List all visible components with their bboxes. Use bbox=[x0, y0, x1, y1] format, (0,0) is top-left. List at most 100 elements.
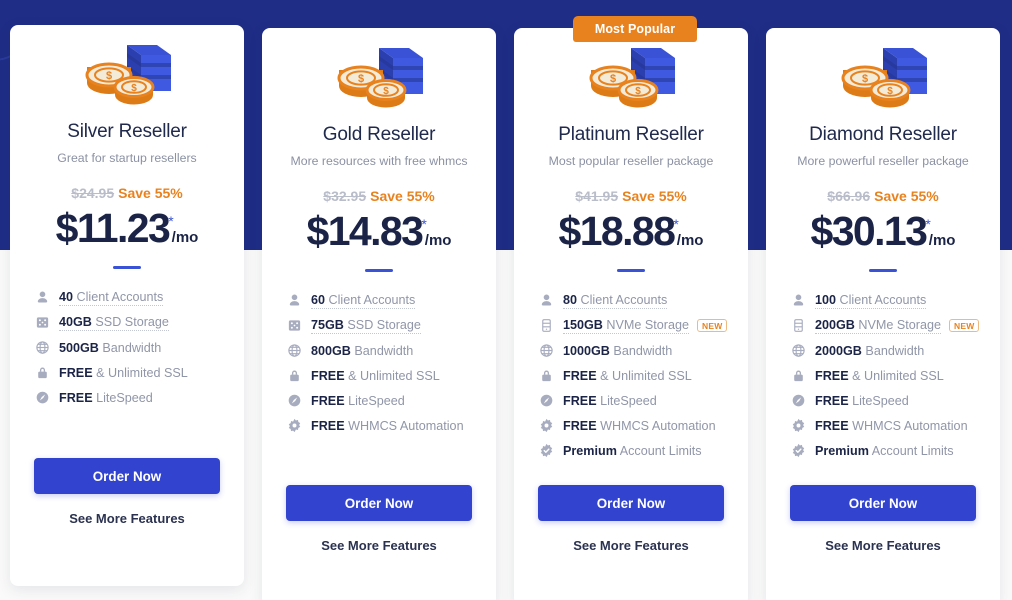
svg-text:$: $ bbox=[358, 73, 364, 85]
feature-label: 1000GB Bandwidth bbox=[563, 344, 672, 358]
plan-illustration: $ $ bbox=[766, 28, 1000, 114]
plan-description: More resources with free whmcs bbox=[290, 154, 468, 168]
gear-icon bbox=[286, 417, 303, 434]
feature-value: FREE bbox=[563, 393, 597, 408]
order-now-button[interactable]: Order Now bbox=[538, 485, 724, 521]
feature-label: FREE WHMCS Automation bbox=[563, 419, 716, 433]
feature-item: 80 Client Accounts bbox=[538, 288, 748, 313]
price-asterisk: * bbox=[168, 213, 174, 229]
svg-text:$: $ bbox=[610, 73, 616, 85]
feature-value: FREE bbox=[815, 393, 849, 408]
pricing-card: $ $ Gold Reseller More resources with free … bbox=[262, 28, 496, 600]
feature-item: 1000GB Bandwidth bbox=[538, 338, 748, 363]
feature-item: 150GB NVMe Storage NEW bbox=[538, 313, 748, 338]
old-price: $24.95 bbox=[71, 185, 115, 201]
feature-name: SSD Storage bbox=[91, 314, 169, 329]
price-asterisk: * bbox=[421, 216, 427, 232]
feature-item: 75GB SSD Storage bbox=[286, 313, 496, 338]
feature-label: 2000GB Bandwidth bbox=[815, 344, 924, 358]
feature-list: 60 Client Accounts 75GB SSD Storage 800GB … bbox=[262, 288, 496, 438]
coins-server-icon: $ $ bbox=[331, 40, 427, 119]
feature-item: FREE LiteSpeed bbox=[34, 385, 244, 410]
price-period: /mo bbox=[424, 232, 452, 249]
user-icon bbox=[538, 292, 555, 309]
plan-illustration: $ $ bbox=[10, 25, 244, 111]
lock-icon bbox=[538, 367, 555, 384]
svg-text:$: $ bbox=[635, 86, 641, 97]
globe-icon bbox=[286, 342, 303, 359]
feature-value: FREE bbox=[815, 418, 849, 433]
gear-check-icon bbox=[538, 442, 555, 459]
price-period: /mo bbox=[676, 232, 704, 249]
feature-label: FREE LiteSpeed bbox=[59, 391, 153, 405]
current-price: $18.88 bbox=[558, 208, 676, 254]
pricing-card: $ $ Platinum Reseller Most popular reseller… bbox=[514, 28, 748, 600]
feature-value: 2000GB bbox=[815, 343, 862, 358]
gear-icon bbox=[790, 417, 807, 434]
feature-name: & Unlimited SSL bbox=[848, 368, 944, 383]
feature-label: 150GB NVMe Storage bbox=[563, 318, 690, 334]
new-badge: NEW bbox=[949, 318, 980, 333]
old-price-row: $41.95 Save 55% bbox=[514, 188, 748, 204]
price-divider bbox=[869, 269, 897, 272]
feature-value: 500GB bbox=[59, 340, 99, 355]
new-badge: NEW bbox=[697, 318, 728, 333]
price-asterisk: * bbox=[673, 216, 679, 232]
plan-name: Platinum Reseller bbox=[558, 124, 704, 145]
feature-name: WHMCS Automation bbox=[848, 418, 968, 433]
pricing-card-list: $ $ Silver Reseller Great for startup resel… bbox=[0, 0, 1012, 600]
price-divider bbox=[113, 266, 141, 269]
current-price: $14.83 bbox=[306, 208, 424, 254]
pricing-card: $ $ Silver Reseller Great for startup resel… bbox=[10, 25, 244, 586]
old-price-row: $32.95 Save 55% bbox=[262, 188, 496, 204]
feature-label: FREE WHMCS Automation bbox=[815, 419, 968, 433]
feature-name: & Unlimited SSL bbox=[596, 368, 692, 383]
lock-icon bbox=[790, 367, 807, 384]
price-period: /mo bbox=[171, 229, 199, 246]
ssd-chip-icon bbox=[286, 317, 303, 334]
lock-icon bbox=[34, 364, 51, 381]
feature-label: FREE LiteSpeed bbox=[311, 394, 405, 408]
gear-icon bbox=[538, 417, 555, 434]
feature-item: FREE LiteSpeed bbox=[790, 388, 1000, 413]
feature-value: 800GB bbox=[311, 343, 351, 358]
feature-value: 40 bbox=[59, 289, 74, 304]
svg-text:$: $ bbox=[383, 86, 389, 97]
globe-icon bbox=[538, 342, 555, 359]
see-more-features-link[interactable]: See More Features bbox=[766, 538, 1000, 553]
feature-name: LiteSpeed bbox=[848, 393, 909, 408]
feature-label: 80 Client Accounts bbox=[563, 293, 668, 309]
save-badge: Save 55% bbox=[622, 188, 687, 204]
feature-item: FREE LiteSpeed bbox=[286, 388, 496, 413]
pricing-page: Most Popular $ $ Silver Reseller Great for … bbox=[0, 0, 1012, 600]
feature-item: 200GB NVMe Storage NEW bbox=[790, 313, 1000, 338]
feature-item: 500GB Bandwidth bbox=[34, 335, 244, 360]
feature-label: 40GB SSD Storage bbox=[59, 315, 169, 331]
user-icon bbox=[286, 292, 303, 309]
svg-text:$: $ bbox=[862, 73, 868, 85]
order-now-button[interactable]: Order Now bbox=[790, 485, 976, 521]
nvme-drive-icon bbox=[538, 317, 555, 334]
feature-name: LiteSpeed bbox=[92, 390, 153, 405]
feature-name: Client Accounts bbox=[325, 292, 416, 307]
order-now-button[interactable]: Order Now bbox=[286, 485, 472, 521]
feature-value: FREE bbox=[563, 368, 597, 383]
see-more-features-link[interactable]: See More Features bbox=[10, 511, 244, 526]
feature-name: NVMe Storage bbox=[854, 317, 942, 332]
see-more-features-link[interactable]: See More Features bbox=[514, 538, 748, 553]
feature-name: SSD Storage bbox=[343, 317, 421, 332]
feature-name: LiteSpeed bbox=[344, 393, 405, 408]
feature-value: 40GB bbox=[59, 314, 92, 329]
save-badge: Save 55% bbox=[370, 188, 435, 204]
feature-item: FREE & Unlimited SSL bbox=[34, 360, 244, 385]
see-more-features-link[interactable]: See More Features bbox=[262, 538, 496, 553]
coins-server-icon: $ $ bbox=[583, 40, 679, 119]
feature-label: 800GB Bandwidth bbox=[311, 344, 413, 358]
feature-label: 200GB NVMe Storage bbox=[815, 317, 942, 334]
plan-description: Great for startup resellers bbox=[57, 151, 197, 165]
gear-check-icon bbox=[790, 442, 807, 459]
feature-value: FREE bbox=[563, 418, 597, 433]
plan-name: Gold Reseller bbox=[322, 124, 436, 145]
order-now-button[interactable]: Order Now bbox=[34, 458, 220, 494]
feature-label: Premium Account Limits bbox=[563, 444, 702, 458]
